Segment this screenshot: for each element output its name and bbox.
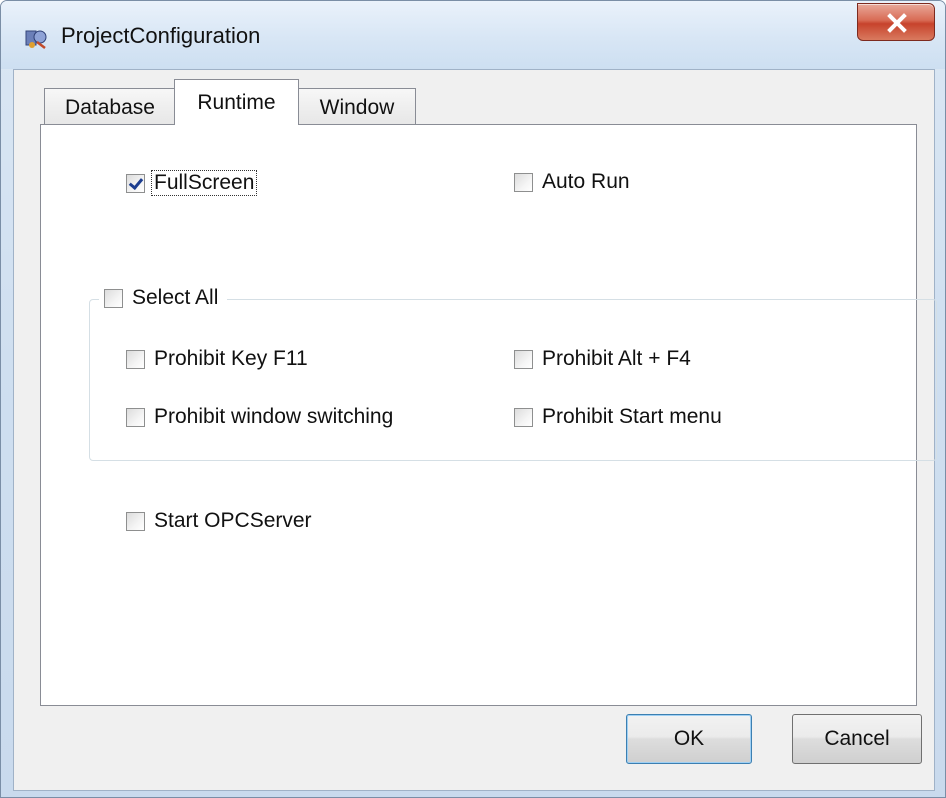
- select-all-checkbox[interactable]: Select All: [99, 286, 228, 310]
- auto-run-checkbox[interactable]: Auto Run: [514, 170, 630, 194]
- checkbox-icon[interactable]: [104, 288, 123, 308]
- prohibit-alt-f4-checkbox[interactable]: Prohibit Alt + F4: [514, 347, 691, 371]
- tab-runtime[interactable]: Runtime: [174, 79, 299, 125]
- cancel-button[interactable]: Cancel: [792, 714, 922, 764]
- prohibit-group-box: [89, 299, 937, 461]
- runtime-tab-panel: FullScreen Auto Run Select All Prohibit …: [40, 124, 937, 706]
- fullscreen-checkbox[interactable]: FullScreen: [126, 170, 258, 196]
- auto-run-label: Auto Run: [542, 170, 630, 193]
- prohibit-window-switching-checkbox[interactable]: Prohibit window switching: [126, 405, 393, 429]
- tab-database[interactable]: Database: [44, 88, 176, 126]
- checkbox-icon[interactable]: [126, 511, 145, 531]
- prohibit-start-menu-label: Prohibit Start menu: [542, 405, 722, 428]
- start-opcserver-label: Start OPCServer: [154, 509, 312, 532]
- checkbox-checked-icon[interactable]: [126, 173, 145, 193]
- app-icon: [25, 30, 47, 49]
- window-title: ProjectConfiguration: [61, 23, 261, 48]
- start-opcserver-checkbox[interactable]: Start OPCServer: [126, 509, 312, 533]
- title-bar[interactable]: ProjectConfiguration: [1, 1, 945, 69]
- fullscreen-label: FullScreen: [151, 170, 258, 196]
- checkbox-icon[interactable]: [126, 407, 145, 427]
- prohibit-start-menu-checkbox[interactable]: Prohibit Start menu: [514, 405, 722, 429]
- dialog-window: ProjectConfiguration Database Runtime Wi…: [0, 0, 946, 798]
- checkbox-icon[interactable]: [126, 349, 145, 369]
- dialog-client-area: Database Runtime Window FullScreen Auto …: [13, 69, 937, 791]
- prohibit-key-f11-label: Prohibit Key F11: [154, 347, 308, 370]
- close-icon: [887, 13, 907, 33]
- prohibit-key-f11-checkbox[interactable]: Prohibit Key F11: [126, 347, 308, 371]
- ok-button[interactable]: OK: [626, 714, 752, 764]
- checkbox-icon[interactable]: [514, 172, 533, 192]
- tab-window[interactable]: Window: [298, 88, 416, 126]
- close-button[interactable]: [857, 3, 935, 41]
- prohibit-window-switching-label: Prohibit window switching: [154, 405, 394, 428]
- select-all-label: Select All: [132, 286, 219, 309]
- prohibit-alt-f4-label: Prohibit Alt + F4: [542, 347, 691, 370]
- checkbox-icon[interactable]: [514, 349, 533, 369]
- checkbox-icon[interactable]: [514, 407, 533, 427]
